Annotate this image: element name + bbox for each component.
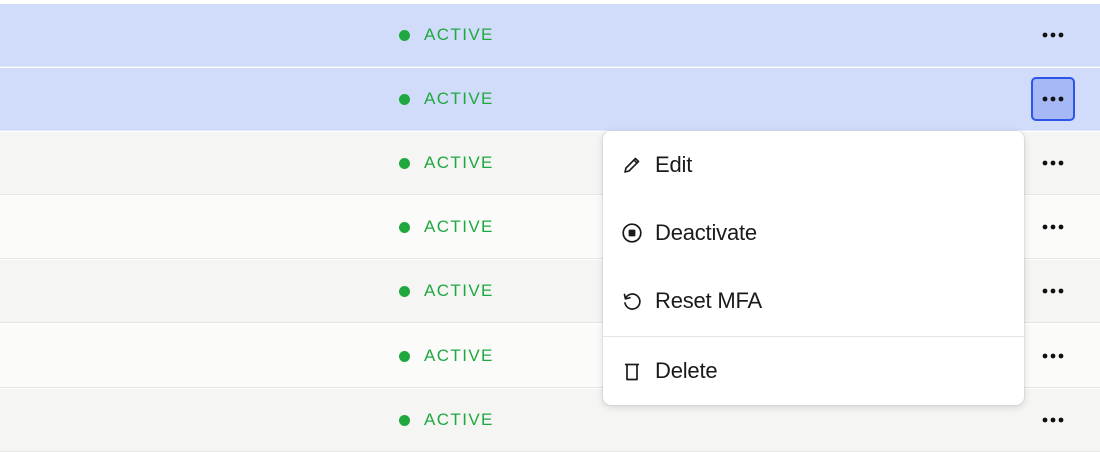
- more-horizontal-icon: [1042, 96, 1064, 102]
- row-actions-button[interactable]: [1031, 334, 1075, 378]
- status-badge: ACTIVE: [399, 281, 494, 301]
- menu-item-reset-mfa[interactable]: Reset MFA: [603, 271, 1024, 331]
- more-horizontal-icon: [1042, 224, 1064, 230]
- trash-icon: [621, 360, 643, 382]
- status-label: ACTIVE: [424, 25, 494, 44]
- row-actions-button[interactable]: [1031, 13, 1075, 57]
- menu-item-label: Deactivate: [655, 220, 757, 245]
- status-label: ACTIVE: [424, 217, 494, 236]
- status-dot: [399, 221, 410, 233]
- menu-item-label: Delete: [655, 358, 718, 383]
- pencil-icon: [621, 154, 643, 176]
- more-horizontal-icon: [1042, 353, 1064, 359]
- status-dot: [399, 350, 410, 362]
- status-label: ACTIVE: [424, 89, 494, 108]
- rotate-ccw-icon: [621, 290, 643, 312]
- more-horizontal-icon: [1042, 32, 1064, 38]
- menu-item-edit[interactable]: Edit: [603, 135, 1024, 195]
- status-badge: ACTIVE: [399, 25, 494, 45]
- status-dot: [399, 414, 410, 426]
- status-badge: ACTIVE: [399, 346, 494, 366]
- stop-circle-icon: [621, 222, 643, 244]
- menu-divider: [603, 336, 1024, 337]
- status-badge: ACTIVE: [399, 217, 494, 237]
- status-badge: ACTIVE: [399, 153, 494, 173]
- status-label: ACTIVE: [424, 410, 494, 429]
- table-row[interactable]: ACTIVE: [0, 68, 1100, 131]
- status-dot: [399, 157, 410, 169]
- status-label: ACTIVE: [424, 346, 494, 365]
- status-badge: ACTIVE: [399, 410, 494, 430]
- status-dot: [399, 93, 410, 105]
- more-horizontal-icon: [1042, 288, 1064, 294]
- status-label: ACTIVE: [424, 153, 494, 172]
- row-actions-button[interactable]: [1031, 77, 1075, 121]
- menu-item-label: Reset MFA: [655, 288, 763, 313]
- row-actions-button[interactable]: [1031, 269, 1075, 313]
- status-dot: [399, 285, 410, 297]
- row-actions-menu: Edit Deactivate Reset MFA Delete: [603, 131, 1024, 405]
- status-badge: ACTIVE: [399, 89, 494, 109]
- menu-item-delete[interactable]: Delete: [603, 341, 1024, 401]
- menu-item-label: Edit: [655, 152, 693, 177]
- more-horizontal-icon: [1042, 160, 1064, 166]
- row-actions-button[interactable]: [1031, 141, 1075, 185]
- row-actions-button[interactable]: [1031, 398, 1075, 442]
- status-dot: [399, 29, 410, 41]
- table-row[interactable]: ACTIVE: [0, 4, 1100, 67]
- more-horizontal-icon: [1042, 417, 1064, 423]
- status-label: ACTIVE: [424, 281, 494, 300]
- menu-item-deactivate[interactable]: Deactivate: [603, 203, 1024, 263]
- row-actions-button[interactable]: [1031, 205, 1075, 249]
